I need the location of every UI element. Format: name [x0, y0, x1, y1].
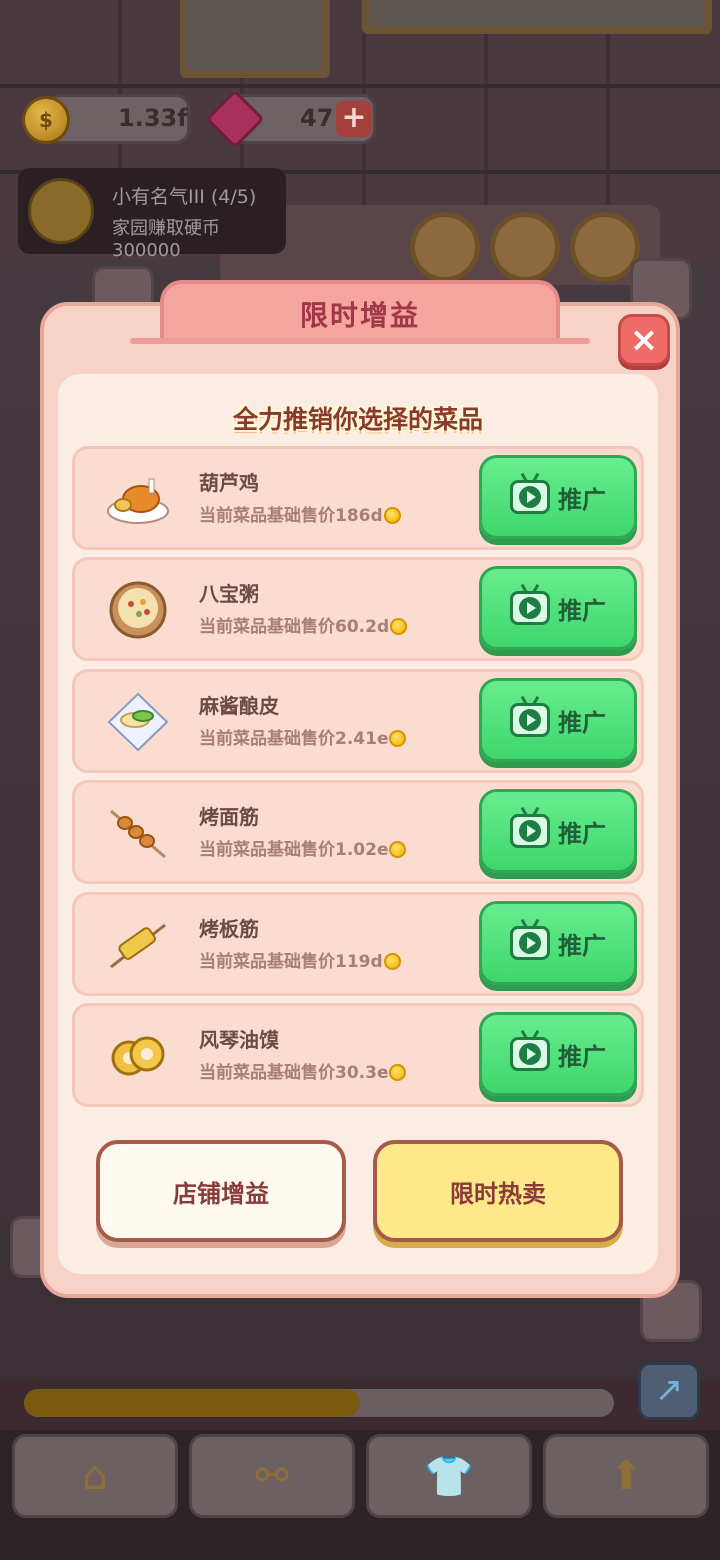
promote-button[interactable]: 推广 — [479, 678, 637, 762]
dish-row: 麻酱酿皮 当前菜品基础售价2.41e 推广 — [72, 669, 644, 773]
roast-chicken-icon — [107, 478, 169, 524]
coin-icon — [383, 953, 401, 970]
dish-price: 当前菜品基础售价1.02e — [199, 835, 407, 860]
promote-button[interactable]: 推广 — [479, 789, 637, 873]
plate-icon — [490, 212, 560, 282]
coin-value: 1.33f — [118, 104, 188, 132]
plate-icon — [410, 212, 480, 282]
dish-row: 葫芦鸡 当前菜品基础售价186d 推广 — [72, 446, 644, 550]
dish-price: 当前菜品基础售价30.3e — [199, 1058, 407, 1083]
cold-noodle-icon — [107, 692, 169, 752]
dish-name: 八宝粥 — [199, 582, 259, 606]
fame-card[interactable]: 小有名气III (4/5) 家园赚取硬币300000 — [18, 168, 286, 261]
dish-row: 烤板筋 当前菜品基础售价119d 推广 — [72, 892, 644, 996]
promote-label: 推广 — [558, 485, 606, 514]
fried-bun-icon — [111, 1036, 165, 1076]
hot-sale-button[interactable]: 限时热卖 — [373, 1140, 623, 1242]
tv-ad-icon — [510, 480, 550, 514]
tv-ad-icon — [510, 703, 550, 737]
grilled-tendon-icon — [110, 923, 166, 969]
tv-ad-icon — [510, 926, 550, 960]
dish-name: 烤面筋 — [199, 805, 259, 829]
modal-subtitle: 全力推销你选择的菜品 — [232, 405, 483, 434]
tv-ad-icon — [510, 814, 550, 848]
wall-divider — [0, 84, 720, 88]
trend-arrow-button[interactable]: ↗ — [638, 1362, 700, 1420]
promote-label: 推广 — [558, 708, 606, 737]
dish-name: 风琴油馍 — [199, 1028, 279, 1052]
promote-label: 推广 — [558, 596, 606, 625]
promote-button[interactable]: 推广 — [479, 566, 637, 650]
modal-title: 限时增益 — [160, 280, 560, 344]
dish-name: 烤板筋 — [199, 917, 259, 941]
tv-ad-icon — [510, 591, 550, 625]
wall-picture-frame — [180, 0, 330, 78]
congee-bowl-icon — [109, 581, 167, 639]
dish-price: 当前菜品基础售价2.41e — [199, 724, 407, 749]
coin-icon — [383, 507, 401, 524]
fame-subtitle: 家园赚取硬币300000 — [112, 218, 220, 261]
house-icon: ⌂ — [82, 1453, 108, 1499]
dish-row: 八宝粥 当前菜品基础售价60.2d 推广 — [72, 557, 644, 661]
dish-row: 风琴油馍 当前菜品基础售价30.3e 推广 — [72, 1003, 644, 1107]
dish-row: 烤面筋 当前菜品基础售价1.02e 推广 — [72, 780, 644, 884]
dish-name: 麻酱酿皮 — [199, 694, 279, 718]
promote-label: 推广 — [558, 1042, 606, 1071]
coin-icon — [389, 730, 407, 747]
dish-price: 当前菜品基础售价60.2d — [199, 612, 408, 637]
fame-title: 小有名气III (4/5) — [112, 186, 257, 208]
promote-button[interactable]: 推广 — [479, 1012, 637, 1096]
tv-ad-icon — [510, 1037, 550, 1071]
dish-name: 葫芦鸡 — [199, 471, 259, 495]
dish-price: 当前菜品基础售价119d — [199, 947, 401, 972]
promote-label: 推广 — [558, 931, 606, 960]
shop-buff-button[interactable]: 店铺增益 — [96, 1140, 346, 1242]
up-arrow-icon: ⬆ — [609, 1453, 643, 1499]
nav-home-button[interactable]: ⌂ — [12, 1434, 178, 1518]
coin-icon — [389, 1064, 407, 1081]
title-underline — [130, 338, 590, 344]
nav-shirt-button[interactable]: 👕 — [366, 1434, 532, 1518]
promote-button[interactable]: 推广 — [479, 901, 637, 985]
gem-value: 47 — [300, 104, 334, 132]
dish-price: 当前菜品基础售价186d — [199, 501, 401, 526]
promote-label: 推广 — [558, 819, 606, 848]
coin-icon — [390, 618, 408, 635]
wall-menu-board — [362, 0, 712, 34]
coin-icon — [389, 841, 407, 858]
add-gems-button[interactable]: + — [336, 101, 372, 137]
fame-badge-icon — [28, 178, 94, 244]
progress-bar-fill — [24, 1389, 360, 1417]
bone-icon: ⚯ — [255, 1453, 289, 1499]
gluten-skewer-icon — [110, 809, 166, 859]
close-button[interactable]: × — [618, 314, 670, 366]
coin-icon: $ — [22, 96, 70, 144]
nav-upgrade-button[interactable]: ⬆ — [543, 1434, 709, 1518]
promote-button[interactable]: 推广 — [479, 455, 637, 539]
shirt-icon: 👕 — [424, 1453, 474, 1500]
nav-bone-button[interactable]: ⚯ — [189, 1434, 355, 1518]
